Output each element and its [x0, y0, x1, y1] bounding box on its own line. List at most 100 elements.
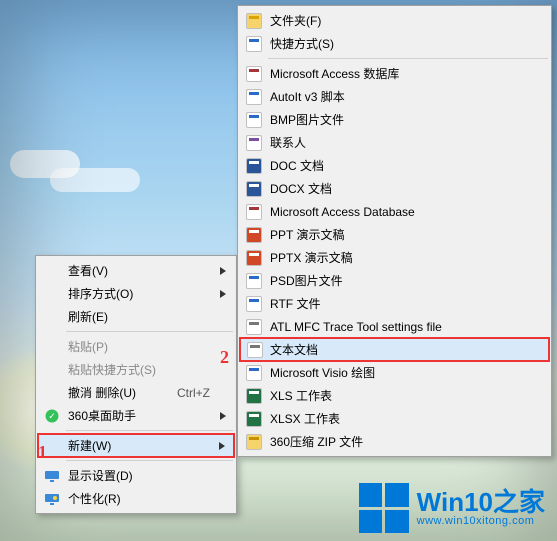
new-submenu-item-label: ATL MFC Trace Tool settings file	[270, 320, 442, 334]
submenu-arrow-icon	[219, 442, 225, 450]
svg-text:✓: ✓	[48, 411, 56, 421]
annotation-number-1: 1	[38, 442, 47, 463]
new-submenu-item[interactable]: DOCX 文档	[240, 177, 549, 200]
menu-personalize-label: 个性化(R)	[68, 490, 121, 507]
docx-icon	[246, 181, 262, 197]
new-submenu-item[interactable]: 快捷方式(S)	[240, 32, 549, 55]
new-submenu-item[interactable]: Microsoft Access 数据库	[240, 62, 549, 85]
menu-view-label: 查看(V)	[68, 262, 108, 279]
new-submenu-item[interactable]: PPT 演示文稿	[240, 223, 549, 246]
submenu-arrow-icon	[220, 290, 226, 298]
new-submenu-item-label: Microsoft Access 数据库	[270, 65, 399, 82]
display-icon	[44, 468, 60, 484]
new-submenu-item-label: PPTX 演示文稿	[270, 249, 353, 266]
watermark-logo: Win10之家 www.win10xitong.com	[359, 483, 545, 533]
new-submenu-item[interactable]: DOC 文档	[240, 154, 549, 177]
trace-icon	[246, 319, 262, 335]
new-submenu-item[interactable]: Microsoft Access Database	[240, 200, 549, 223]
new-submenu-item-label: BMP图片文件	[270, 111, 344, 128]
new-submenu-item-label: Microsoft Access Database	[270, 205, 415, 219]
helper-icon: ✓	[44, 408, 60, 424]
new-submenu-item[interactable]: AutoIt v3 脚本	[240, 85, 549, 108]
pptx-icon	[246, 250, 262, 266]
menu-new[interactable]: 新建(W)	[38, 434, 234, 457]
menu-paste-shortcut-label: 粘贴快捷方式(S)	[68, 361, 156, 378]
xls-icon	[246, 388, 262, 404]
new-submenu-item-label: 360压缩 ZIP 文件	[270, 433, 363, 450]
new-submenu-item-label: RTF 文件	[270, 295, 320, 312]
menu-separator	[66, 331, 233, 332]
menu-separator	[66, 430, 233, 431]
new-submenu-item[interactable]: BMP图片文件	[240, 108, 549, 131]
new-submenu-item-label: XLS 工作表	[270, 387, 332, 404]
menu-paste-label: 粘贴(P)	[68, 338, 108, 355]
menu-undo-delete-label: 撤消 删除(U)	[68, 384, 136, 401]
new-submenu-item[interactable]: XLS 工作表	[240, 384, 549, 407]
menu-display-settings[interactable]: 显示设置(D)	[38, 464, 234, 487]
watermark-url: www.win10xitong.com	[417, 515, 545, 527]
ppt-icon	[246, 227, 262, 243]
annotation-number-2: 2	[220, 347, 229, 368]
text-icon	[247, 342, 263, 358]
new-submenu-item-label: Microsoft Visio 绘图	[270, 364, 375, 381]
menu-display-settings-label: 显示设置(D)	[68, 467, 133, 484]
new-submenu-item-label: XLSX 工作表	[270, 410, 340, 427]
rtf-icon	[246, 296, 262, 312]
menu-personalize[interactable]: 个性化(R)	[38, 487, 234, 510]
visio-icon	[246, 365, 262, 381]
submenu-arrow-icon	[220, 412, 226, 420]
menu-sort-label: 排序方式(O)	[68, 285, 133, 302]
menu-separator	[66, 460, 233, 461]
menu-sort-by[interactable]: 排序方式(O)	[38, 282, 234, 305]
bmp-icon	[246, 112, 262, 128]
autoit-icon	[246, 89, 262, 105]
new-submenu-item[interactable]: 文件夹(F)	[240, 9, 549, 32]
watermark-brand: Win10之家	[417, 489, 545, 515]
new-submenu-item-label: 快捷方式(S)	[270, 35, 334, 52]
new-submenu-item-label: 文件夹(F)	[270, 12, 321, 29]
new-submenu-item[interactable]: RTF 文件	[240, 292, 549, 315]
menu-separator	[268, 58, 548, 59]
windows-logo-icon	[359, 483, 409, 533]
menu-360-helper[interactable]: ✓ 360桌面助手	[38, 404, 234, 427]
watermark-text: Win10之家 www.win10xitong.com	[417, 489, 545, 527]
submenu-arrow-icon	[220, 267, 226, 275]
access-db-icon	[246, 204, 262, 220]
new-submenu-item[interactable]: PSD图片文件	[240, 269, 549, 292]
new-submenu-item[interactable]: 联系人	[240, 131, 549, 154]
menu-view[interactable]: 查看(V)	[38, 259, 234, 282]
new-submenu-item[interactable]: 360压缩 ZIP 文件	[240, 430, 549, 453]
desktop-context-menu: 查看(V) 排序方式(O) 刷新(E) 粘贴(P) 粘贴快捷方式(S) 撤消 删…	[35, 255, 237, 514]
new-submenu-item-label: PPT 演示文稿	[270, 226, 344, 243]
new-submenu-item-label: DOCX 文档	[270, 180, 332, 197]
new-submenu-item-label: DOC 文档	[270, 157, 324, 174]
new-submenu-item[interactable]: 文本文档	[240, 338, 549, 361]
contact-icon	[246, 135, 262, 151]
menu-refresh[interactable]: 刷新(E)	[38, 305, 234, 328]
menu-refresh-label: 刷新(E)	[68, 308, 108, 325]
access-icon	[246, 66, 262, 82]
personalize-icon	[44, 491, 60, 507]
new-submenu-item-label: PSD图片文件	[270, 272, 343, 289]
wallpaper-clouds	[0, 150, 190, 210]
new-submenu-item-label: 联系人	[270, 134, 306, 151]
menu-undo-delete[interactable]: 撤消 删除(U) Ctrl+Z	[38, 381, 234, 404]
folder-icon	[246, 13, 262, 29]
new-submenu-item-label: 文本文档	[270, 341, 318, 358]
menu-paste: 粘贴(P)	[38, 335, 234, 358]
menu-paste-shortcut: 粘贴快捷方式(S)	[38, 358, 234, 381]
zip-icon	[246, 434, 262, 450]
new-submenu-item-label: AutoIt v3 脚本	[270, 88, 345, 105]
new-submenu-item[interactable]: XLSX 工作表	[240, 407, 549, 430]
psd-icon	[246, 273, 262, 289]
doc-icon	[246, 158, 262, 174]
menu-undo-delete-shortcut: Ctrl+Z	[177, 386, 210, 400]
new-submenu-item[interactable]: Microsoft Visio 绘图	[240, 361, 549, 384]
shortcut-icon	[246, 36, 262, 52]
new-submenu-item[interactable]: PPTX 演示文稿	[240, 246, 549, 269]
xlsx-icon	[246, 411, 262, 427]
menu-360-helper-label: 360桌面助手	[68, 407, 136, 424]
menu-new-label: 新建(W)	[68, 437, 111, 454]
new-submenu-item[interactable]: ATL MFC Trace Tool settings file	[240, 315, 549, 338]
new-submenu: 文件夹(F) 快捷方式(S) Microsoft Access 数据库 AutoIt …	[237, 5, 552, 457]
